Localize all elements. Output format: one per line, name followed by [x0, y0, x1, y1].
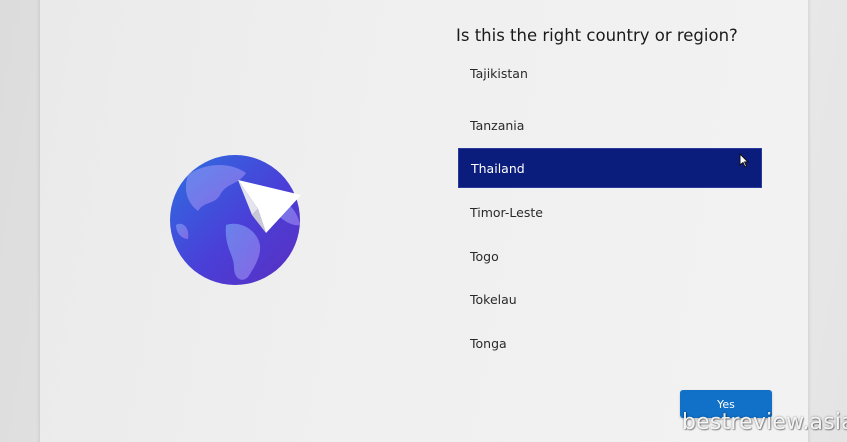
region-list[interactable]: Tajikistan Tanzania Thailand Timor-Leste… — [458, 60, 762, 370]
list-item-togo[interactable]: Togo — [458, 236, 762, 276]
list-item-tanzania[interactable]: Tanzania — [458, 105, 762, 145]
watermark-text: bestreview.asia — [682, 410, 847, 435]
screen: Is this the right country or region? Taj… — [0, 0, 847, 442]
page-title: Is this the right country or region? — [456, 26, 738, 45]
list-item-label: Tanzania — [470, 117, 525, 133]
list-item-tonga[interactable]: Tonga — [458, 323, 762, 363]
list-item-label: Tokelau — [470, 291, 517, 307]
list-item-timor-leste[interactable]: Timor-Leste — [458, 192, 762, 232]
mouse-cursor-icon — [739, 152, 750, 169]
list-item-label: Tonga — [470, 335, 507, 351]
list-item-tajikistan[interactable]: Tajikistan — [458, 62, 762, 102]
list-item-label: Togo — [470, 248, 499, 264]
list-item-thailand[interactable]: Thailand — [458, 148, 762, 188]
list-item-label: Timor-Leste — [470, 204, 543, 220]
list-item-label: Tajikistan — [470, 65, 528, 81]
globe-paper-plane-icon — [168, 155, 308, 285]
list-item-label: Thailand — [471, 160, 525, 176]
list-item-tokelau[interactable]: Tokelau — [458, 279, 762, 319]
